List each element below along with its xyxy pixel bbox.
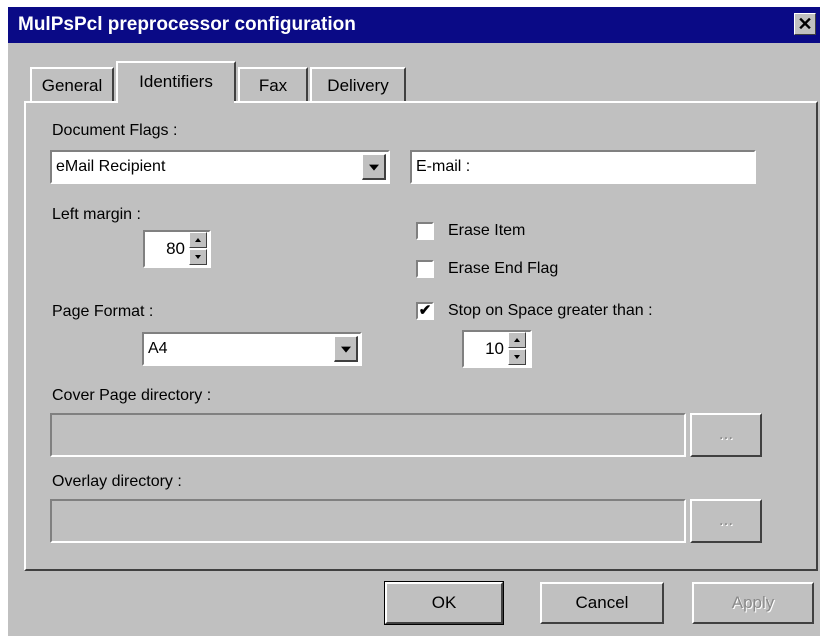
left-margin-value: 80 — [166, 239, 185, 258]
cover-page-browse-button[interactable]: ... — [690, 413, 762, 457]
window-title: MulPsPcl preprocessor configuration — [18, 14, 356, 35]
left-margin-spin-up[interactable] — [189, 232, 207, 248]
cancel-button-label: Cancel — [575, 593, 629, 612]
document-flags-select[interactable]: eMail Recipient — [50, 150, 390, 184]
stop-on-space-label: Stop on Space greater than : — [448, 302, 653, 319]
erase-item-label: Erase Item — [448, 222, 526, 239]
active-tab-join — [118, 99, 234, 104]
overlay-dir-label: Overlay directory : — [52, 473, 182, 490]
chevron-down-icon — [368, 164, 379, 171]
overlay-browse-label: ... — [718, 510, 734, 529]
tab-identifiers[interactable]: Identifiers — [116, 61, 236, 101]
tab-fax-label: Fax — [258, 76, 288, 95]
apply-button[interactable]: Apply — [692, 582, 814, 624]
stop-on-space-value: 10 — [485, 339, 504, 358]
tab-fax[interactable]: Fax — [238, 67, 308, 101]
spin-up-icon — [514, 338, 520, 342]
left-margin-spin-down[interactable] — [189, 249, 207, 265]
erase-end-flag-checkbox[interactable] — [416, 260, 434, 278]
left-margin-label: Left margin : — [52, 206, 141, 223]
email-field-value: E-mail : — [416, 158, 471, 175]
tab-delivery-label: Delivery — [327, 76, 389, 95]
stop-on-space-spin-down[interactable] — [508, 349, 526, 365]
chevron-down-icon — [340, 346, 351, 353]
stop-on-space-stepper[interactable]: 10 — [462, 330, 532, 368]
overlay-dir-field[interactable] — [50, 499, 686, 543]
email-field[interactable]: E-mail : — [410, 150, 756, 184]
document-flags-dropdown-button[interactable] — [362, 154, 386, 180]
ok-button[interactable]: OK — [384, 581, 504, 625]
erase-item-checkbox[interactable] — [416, 222, 434, 240]
close-button[interactable]: ✕ — [794, 13, 816, 35]
tab-general-label: General — [41, 76, 103, 95]
cover-page-browse-label: ... — [718, 424, 734, 443]
close-icon: ✕ — [797, 14, 813, 34]
erase-end-flag-label: Erase End Flag — [448, 260, 559, 277]
left-margin-stepper[interactable]: 80 — [143, 230, 211, 268]
tab-identifiers-label: Identifiers — [139, 72, 213, 91]
stop-on-space-checkbox[interactable]: ✔ — [416, 302, 434, 320]
spin-down-icon — [195, 255, 201, 259]
cover-page-dir-label: Cover Page directory : — [52, 387, 212, 404]
cancel-button[interactable]: Cancel — [540, 582, 664, 624]
document-flags-label: Document Flags : — [52, 122, 178, 139]
ok-button-label: OK — [431, 593, 457, 612]
tab-delivery[interactable]: Delivery — [310, 67, 406, 101]
cover-page-dir-field[interactable] — [50, 413, 686, 457]
stop-on-space-spin-up[interactable] — [508, 332, 526, 348]
document-flags-value: eMail Recipient — [56, 158, 166, 175]
overlay-browse-button[interactable]: ... — [690, 499, 762, 543]
spin-up-icon — [195, 238, 201, 242]
page-format-label: Page Format : — [52, 303, 154, 320]
spin-down-icon — [514, 355, 520, 359]
checkmark-icon: ✔ — [418, 302, 432, 319]
page-format-dropdown-button[interactable] — [334, 336, 358, 362]
tab-general[interactable]: General — [30, 67, 114, 101]
page-format-value: A4 — [148, 340, 168, 357]
apply-button-label: Apply — [731, 593, 775, 612]
title-bar: MulPsPcl preprocessor configuration ✕ — [8, 7, 820, 43]
page-format-select[interactable]: A4 — [142, 332, 362, 366]
